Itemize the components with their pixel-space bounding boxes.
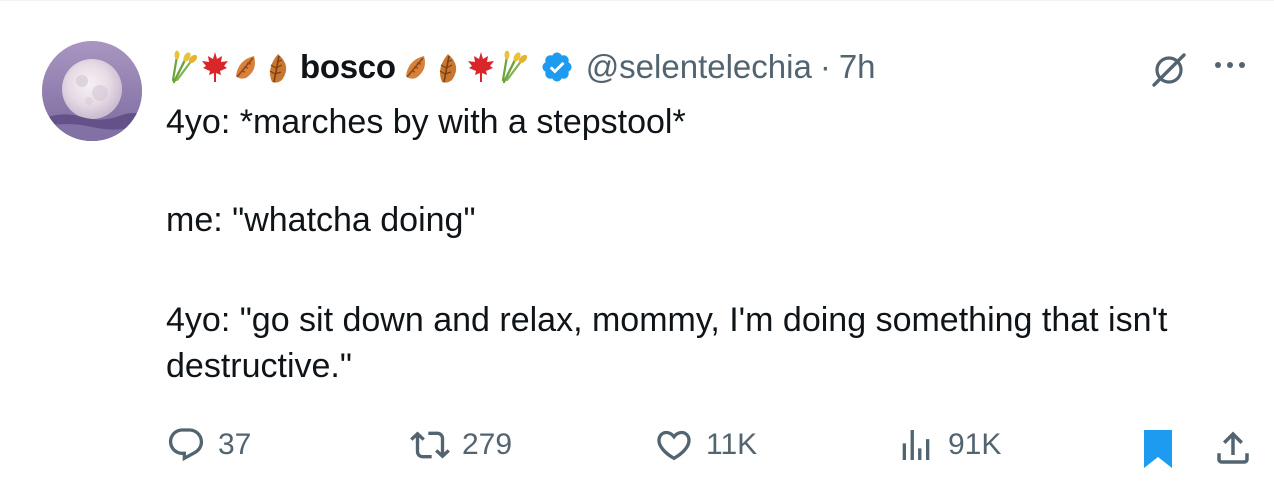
like-button[interactable]: 11K (654, 425, 757, 465)
retweet-button[interactable]: 279 (410, 425, 512, 465)
tweet-card[interactable]: bosco @selentelechia · 7h 4yo: *marches … (0, 0, 1274, 502)
sheaf-of-rice-icon (168, 50, 198, 84)
verified-badge-icon[interactable] (540, 50, 574, 84)
tweet-paragraph: 4yo: "go sit down and relax, mommy, I'm … (166, 301, 1168, 385)
tweet-header: bosco @selentelechia · 7h (168, 43, 876, 91)
share-icon[interactable] (1212, 425, 1254, 471)
tweet-actions: 37 279 11K 91K (0, 421, 1274, 481)
retweet-icon (410, 425, 450, 465)
like-count: 11K (706, 428, 758, 461)
display-name[interactable]: bosco (300, 48, 396, 86)
fallen-leaf-icon (232, 50, 262, 84)
reply-icon (166, 425, 206, 465)
avatar[interactable] (42, 41, 142, 141)
retweet-count: 279 (462, 428, 513, 461)
maple-leaf-icon (466, 50, 496, 84)
sheaf-of-rice-icon (498, 50, 528, 84)
views-button[interactable]: 91K (896, 425, 1001, 465)
fallen-leaf-icon (434, 50, 464, 84)
reply-count: 37 (218, 428, 252, 461)
timestamp[interactable]: 7h (839, 48, 876, 86)
heart-icon (654, 425, 694, 465)
user-handle[interactable]: @selentelechia (586, 48, 812, 86)
tweet-paragraph: 4yo: *marches by with a stepstool* (166, 103, 686, 141)
more-options-icon[interactable] (1208, 45, 1252, 85)
reply-button[interactable]: 37 (166, 425, 251, 465)
fallen-leaf-icon (264, 50, 294, 84)
bookmark-icon[interactable] (1138, 427, 1178, 471)
view-count: 91K (948, 428, 1002, 461)
maple-leaf-icon (200, 50, 230, 84)
analytics-icon (896, 425, 936, 465)
tweet-paragraph: me: "whatcha doing" (166, 201, 476, 239)
separator-dot: · (819, 48, 831, 85)
grok-icon[interactable] (1148, 49, 1190, 91)
fallen-leaf-icon (402, 50, 432, 84)
moon-avatar-image (42, 41, 142, 141)
display-name-link[interactable]: bosco (168, 48, 530, 86)
